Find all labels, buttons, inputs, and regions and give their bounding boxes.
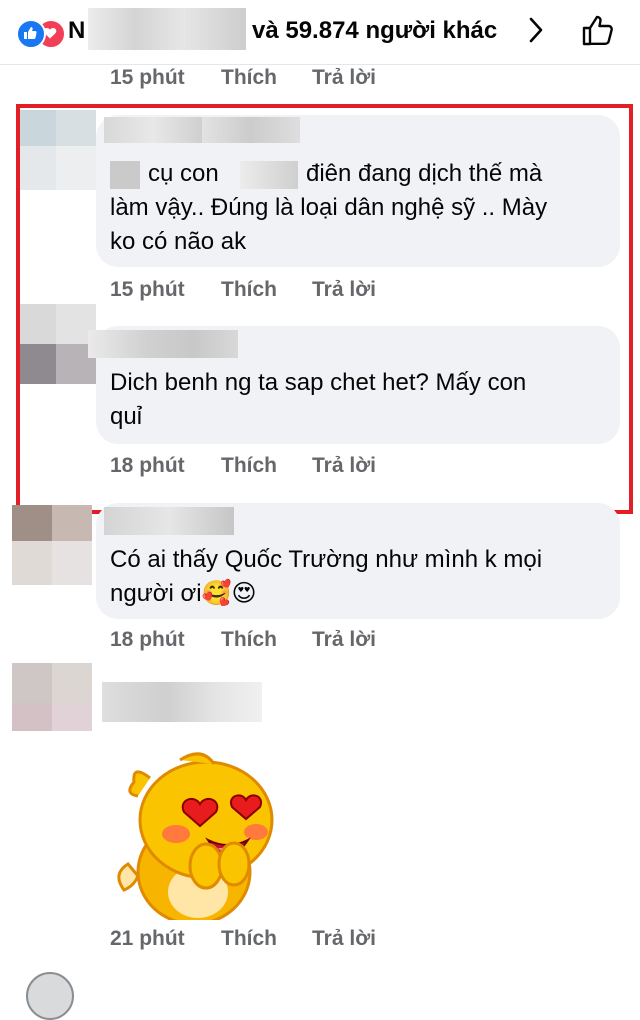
avatar[interactable] — [12, 505, 92, 585]
redacted-name — [88, 8, 246, 50]
comment-bubble[interactable]: Có ai thấy Quốc Trường như mình k mọi ng… — [96, 503, 620, 619]
like-button-icon[interactable] — [580, 13, 616, 47]
comment-text-line: người ơi🥰😍 — [110, 577, 610, 611]
reactors-count-text[interactable]: và 59.874 người khác — [252, 14, 497, 48]
redacted-author-name — [104, 507, 234, 535]
comment-text-part: người ơi — [110, 580, 202, 607]
comment-time[interactable]: 21 phút — [110, 927, 185, 951]
chevron-right-icon[interactable] — [528, 16, 544, 44]
avatar[interactable] — [26, 972, 74, 1020]
reactions-bar[interactable]: N và 59.874 người khác — [0, 0, 640, 65]
reactor-name: N — [68, 17, 86, 44]
avatar[interactable] — [12, 663, 92, 743]
sticker-image[interactable] — [106, 752, 276, 920]
comment-actions: 21 phút Thích Trả lời — [0, 927, 640, 957]
highlight-box — [16, 104, 633, 514]
reply-link[interactable]: Trả lời — [312, 628, 376, 652]
comment-text-line: Có ai thấy Quốc Trường như mình k mọi — [110, 546, 543, 573]
like-link[interactable]: Thích — [221, 927, 277, 951]
redacted-author-name — [102, 682, 262, 722]
like-link[interactable]: Thích — [221, 628, 277, 652]
comment-time[interactable]: 15 phút — [110, 66, 185, 90]
comment-actions: 15 phút Thích Trả lời — [0, 66, 640, 96]
like-reaction-icon — [16, 19, 46, 49]
reply-link[interactable]: Trả lời — [312, 927, 376, 951]
reply-link[interactable]: Trả lời — [312, 66, 376, 90]
heart-eyes-emoji: 😍 — [231, 580, 257, 607]
like-link[interactable]: Thích — [221, 66, 277, 90]
comment-text: Có ai thấy Quốc Trường như mình k mọi ng… — [110, 543, 610, 611]
comment-actions: 18 phút Thích Trả lời — [0, 628, 640, 658]
smiling-face-hearts-emoji: 🥰 — [201, 580, 232, 607]
comment-time[interactable]: 18 phút — [110, 628, 185, 652]
